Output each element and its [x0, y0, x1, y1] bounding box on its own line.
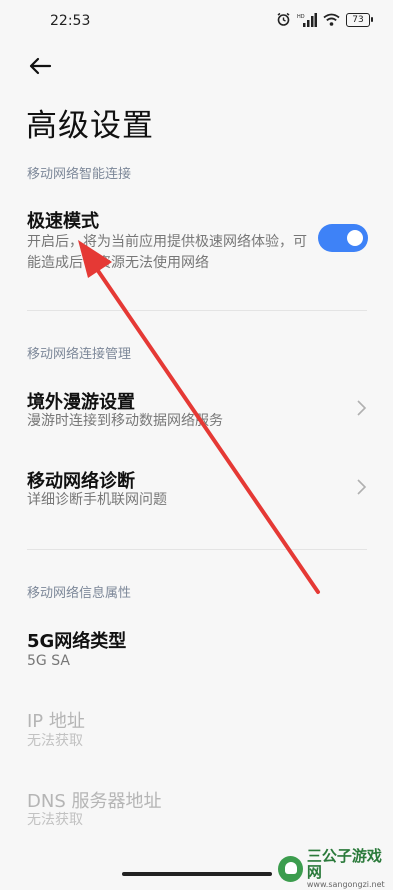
section-header-info: 移动网络信息属性: [27, 586, 132, 601]
alarm-icon: [277, 12, 290, 26]
toggle-knob: [347, 230, 363, 246]
wifi-icon: [323, 13, 340, 26]
network-type-value: 5G SA: [27, 653, 70, 669]
network-type-title: 5G网络类型: [27, 631, 127, 652]
page-title: 高级设置: [26, 108, 154, 144]
status-time: 22:53: [50, 13, 91, 29]
watermark-name: 三公子游戏网: [306, 847, 382, 881]
battery-icon: 73: [346, 12, 373, 27]
signal-icon: HD: [297, 12, 317, 27]
dns-server-value: 无法获取: [27, 812, 83, 828]
watermark-logo: 三公子游戏网 www.sangongzi.net: [278, 848, 393, 890]
ip-address-title: IP 地址: [27, 711, 85, 732]
roaming-subtitle: 漫游时连接到移动数据网络服务: [27, 413, 223, 429]
diagnosis-subtitle: 详细诊断手机联网问题: [27, 492, 167, 508]
android-logo-icon: [278, 856, 303, 882]
section-header-connect-mgmt: 移动网络连接管理: [27, 347, 132, 362]
battery-level: 73: [346, 12, 370, 27]
divider: [27, 310, 367, 311]
chevron-right-icon: [357, 400, 367, 416]
arrow-left-icon[interactable]: [26, 52, 54, 80]
watermark-url: www.sangongzi.net: [306, 880, 385, 889]
speed-mode-title: 极速模式: [27, 211, 99, 232]
status-icons: HD 73: [276, 12, 373, 27]
status-bar: 22:53 HD 73: [0, 0, 393, 44]
svg-text:HD: HD: [297, 14, 305, 20]
speed-mode-toggle[interactable]: [318, 224, 368, 252]
home-indicator[interactable]: [122, 872, 272, 876]
chevron-right-icon: [357, 479, 367, 495]
section-header-smart-connect: 移动网络智能连接: [27, 167, 132, 182]
divider: [27, 549, 367, 550]
speed-mode-subtitle: 开启后，将为当前应用提供极速网络体验，可能造成后台资源无法使用网络: [27, 234, 307, 271]
ip-address-value: 无法获取: [27, 733, 83, 749]
